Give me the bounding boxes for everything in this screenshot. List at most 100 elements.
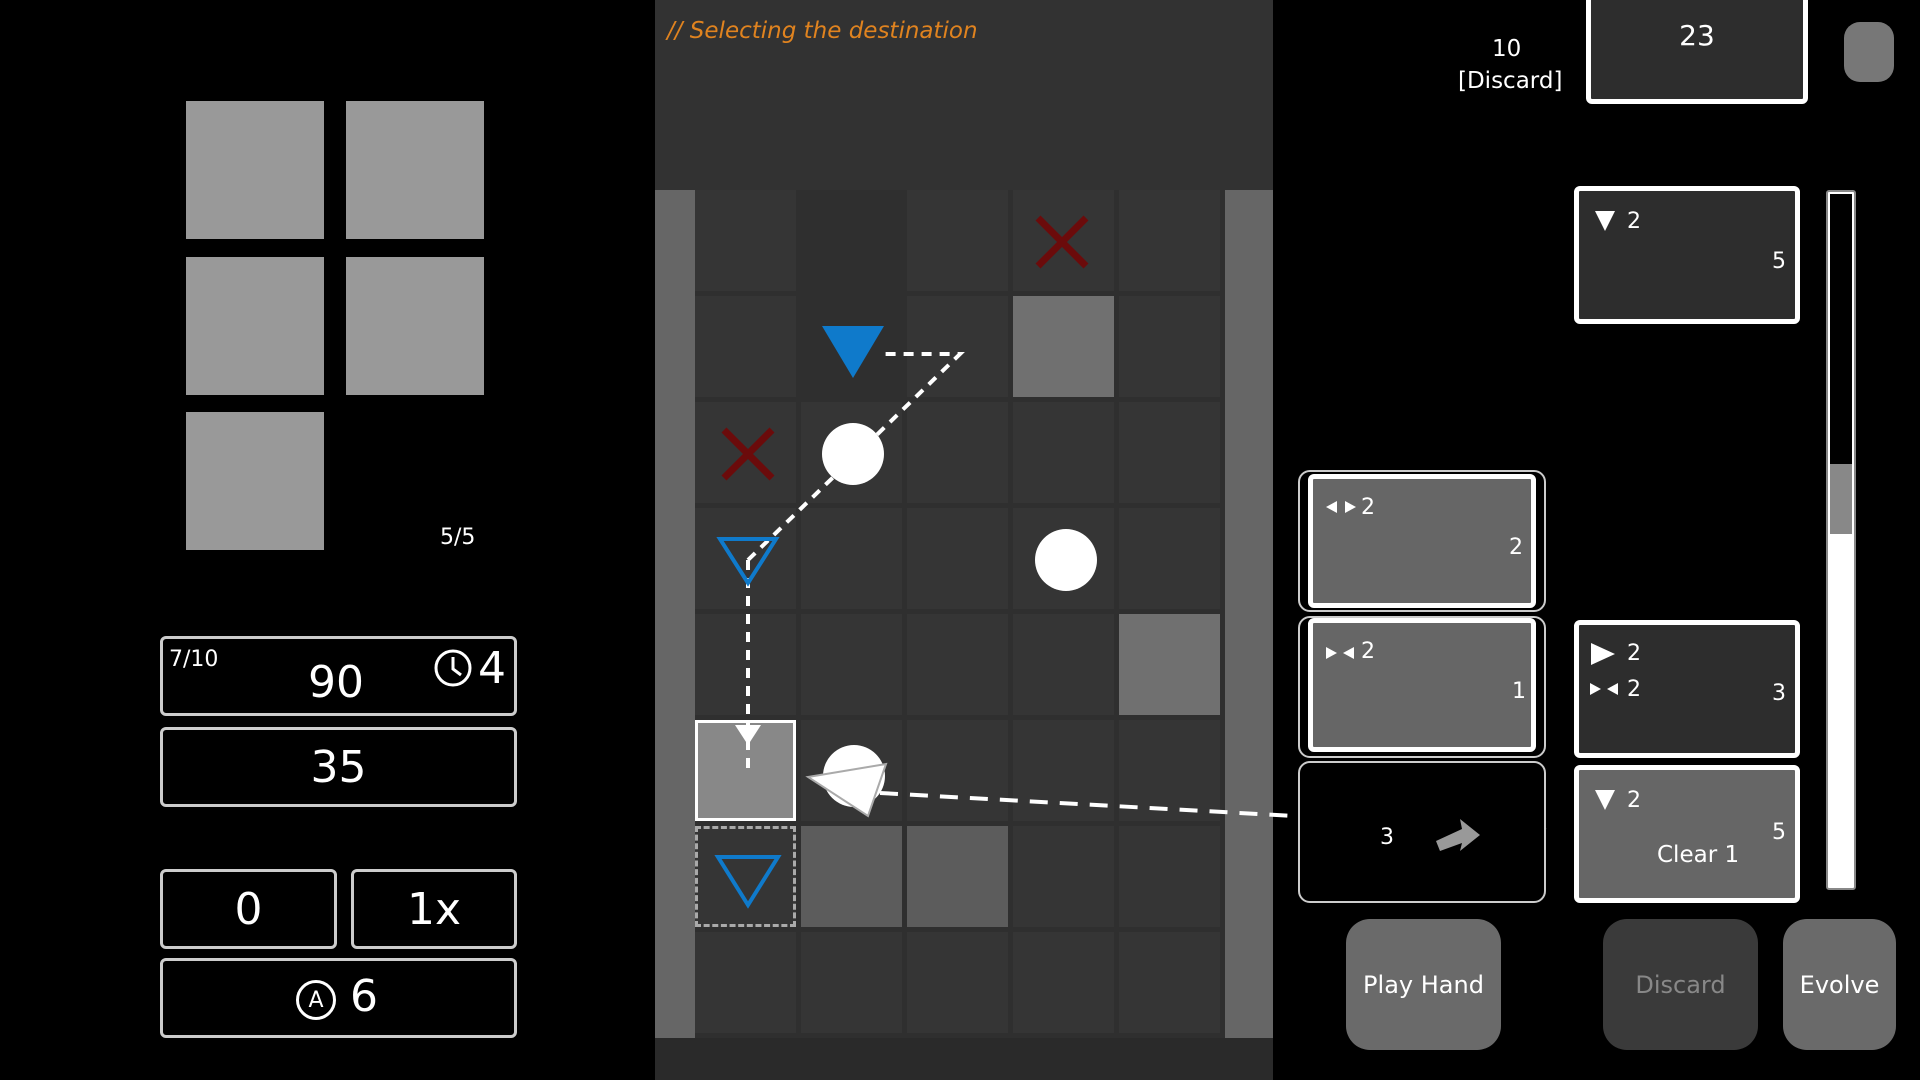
card-label: 2 [1627,209,1641,234]
card-text: Clear 1 [1657,842,1740,868]
grid-cell[interactable] [695,932,796,1033]
deck-slot[interactable] [186,101,324,239]
card-value: 3 [1772,681,1786,706]
card-label: 2 [1361,495,1375,520]
board-bottom-strip [655,1038,1273,1080]
hand-slot-empty[interactable]: 3 [1298,761,1546,903]
grid-cell[interactable] [907,614,1008,715]
arrow-right-icon [1591,643,1615,665]
grid-cell[interactable] [1119,508,1220,609]
deck-count: 5/5 [440,525,476,550]
card-value: 1 [1512,679,1526,704]
turn-counter: 7/10 [169,647,219,672]
grid-cell[interactable] [695,508,796,609]
discard-button[interactable]: Discard [1603,919,1758,1050]
action-icon: A [296,980,336,1020]
grid-cell[interactable] [1119,826,1220,927]
grid-cell[interactable] [801,402,902,503]
grid-cell-selected[interactable] [695,720,796,821]
grid-cell-filled[interactable] [907,826,1008,927]
score-value: 90 [308,657,364,708]
grid-cell-destination[interactable] [695,826,796,927]
grid-cell[interactable] [1119,296,1220,397]
board-area: // Selecting the destination // Selectin… [655,0,1273,1080]
grid-cell-empty [801,190,902,291]
card-label: 2 [1627,641,1641,666]
grid-cell[interactable] [1013,402,1114,503]
card-value: 5 [1772,249,1786,274]
grid-cell[interactable] [1013,190,1114,291]
grid-cell-filled[interactable] [1119,614,1220,715]
deck-slot[interactable] [186,257,324,395]
deck-card[interactable]: 23 [1586,0,1808,104]
grid-cell-filled[interactable] [1013,296,1114,397]
deck-slot[interactable] [346,257,484,395]
grid-cell[interactable] [907,190,1008,291]
hand-card[interactable]: 2 2 [1308,474,1536,608]
grid-cell[interactable] [907,720,1008,821]
deck-value: 23 [1679,19,1715,52]
deck-slot[interactable] [346,101,484,239]
left-value-panel: 0 [160,869,337,949]
grid-cell[interactable] [1119,190,1220,291]
side-card[interactable]: 2 5 Clear 1 [1574,765,1800,903]
grid-cell[interactable] [1119,720,1220,821]
time-value: 4 [478,643,506,694]
grid-cell-empty [801,296,902,397]
grid [695,190,1225,1038]
grid-cell-filled[interactable] [801,826,902,927]
grid-cell[interactable] [1013,932,1114,1033]
left-panel: 5/5 7/10 90 4 35 0 1x A 6 [0,0,655,1080]
grid-cell[interactable] [801,614,902,715]
horizontal-arrows-icon [1326,501,1356,513]
grid-cell[interactable] [907,402,1008,503]
scrollbar-top [1830,194,1852,464]
card-value: 5 [1772,820,1786,845]
actions-value: 6 [350,971,378,1022]
grid-cell[interactable] [1119,402,1220,503]
grid-cell[interactable] [1013,614,1114,715]
actions-panel: A 6 [160,958,517,1038]
grid-cell[interactable] [695,614,796,715]
card-label: 2 [1627,788,1641,813]
grid-cell[interactable] [801,932,902,1033]
discard-count: 10 [1492,36,1522,62]
grid-cell[interactable] [907,296,1008,397]
grid-cell[interactable] [801,508,902,609]
hand-card[interactable]: 2 1 [1308,618,1536,752]
grid-cell[interactable] [1013,826,1114,927]
clock-icon [433,648,473,688]
grid-cell[interactable] [1013,508,1114,609]
card-label: 2 [1627,677,1641,702]
arrow-down-icon [1595,790,1615,810]
card-value: 2 [1509,535,1523,560]
side-card[interactable]: 2 5 [1574,186,1800,324]
side-card[interactable]: 2 2 3 [1574,620,1800,758]
discard-label: [Discard] [1458,68,1563,94]
scrollbar[interactable] [1826,190,1856,890]
grid-cell[interactable] [695,190,796,291]
arrow-right-icon [1436,819,1480,851]
card-label: 2 [1361,639,1375,664]
scrollbar-thumb[interactable] [1830,464,1852,534]
deck-slot[interactable] [186,412,324,550]
grid-cell[interactable] [695,402,796,503]
grid-cell[interactable] [907,932,1008,1033]
grid-cell[interactable] [907,508,1008,609]
card-value: 3 [1380,825,1394,850]
score-panel: 7/10 90 4 [160,636,517,716]
grid-cell[interactable] [1119,932,1220,1033]
board-left-wall [655,190,695,1038]
converge-arrows-icon [1326,647,1354,659]
multiplier-panel: 1x [351,869,517,949]
board-right-wall [1225,190,1273,1038]
evolve-button[interactable]: Evolve [1783,919,1896,1050]
grid-cell[interactable] [1013,720,1114,821]
grid-cell[interactable] [695,296,796,397]
hint-overlay: // Selecting the destination [667,18,978,44]
play-hand-button[interactable]: Play Hand [1346,919,1501,1050]
target-panel: 35 [160,727,517,807]
menu-button[interactable] [1844,22,1894,82]
arrow-down-icon [1595,211,1615,231]
grid-cell[interactable] [801,720,902,821]
